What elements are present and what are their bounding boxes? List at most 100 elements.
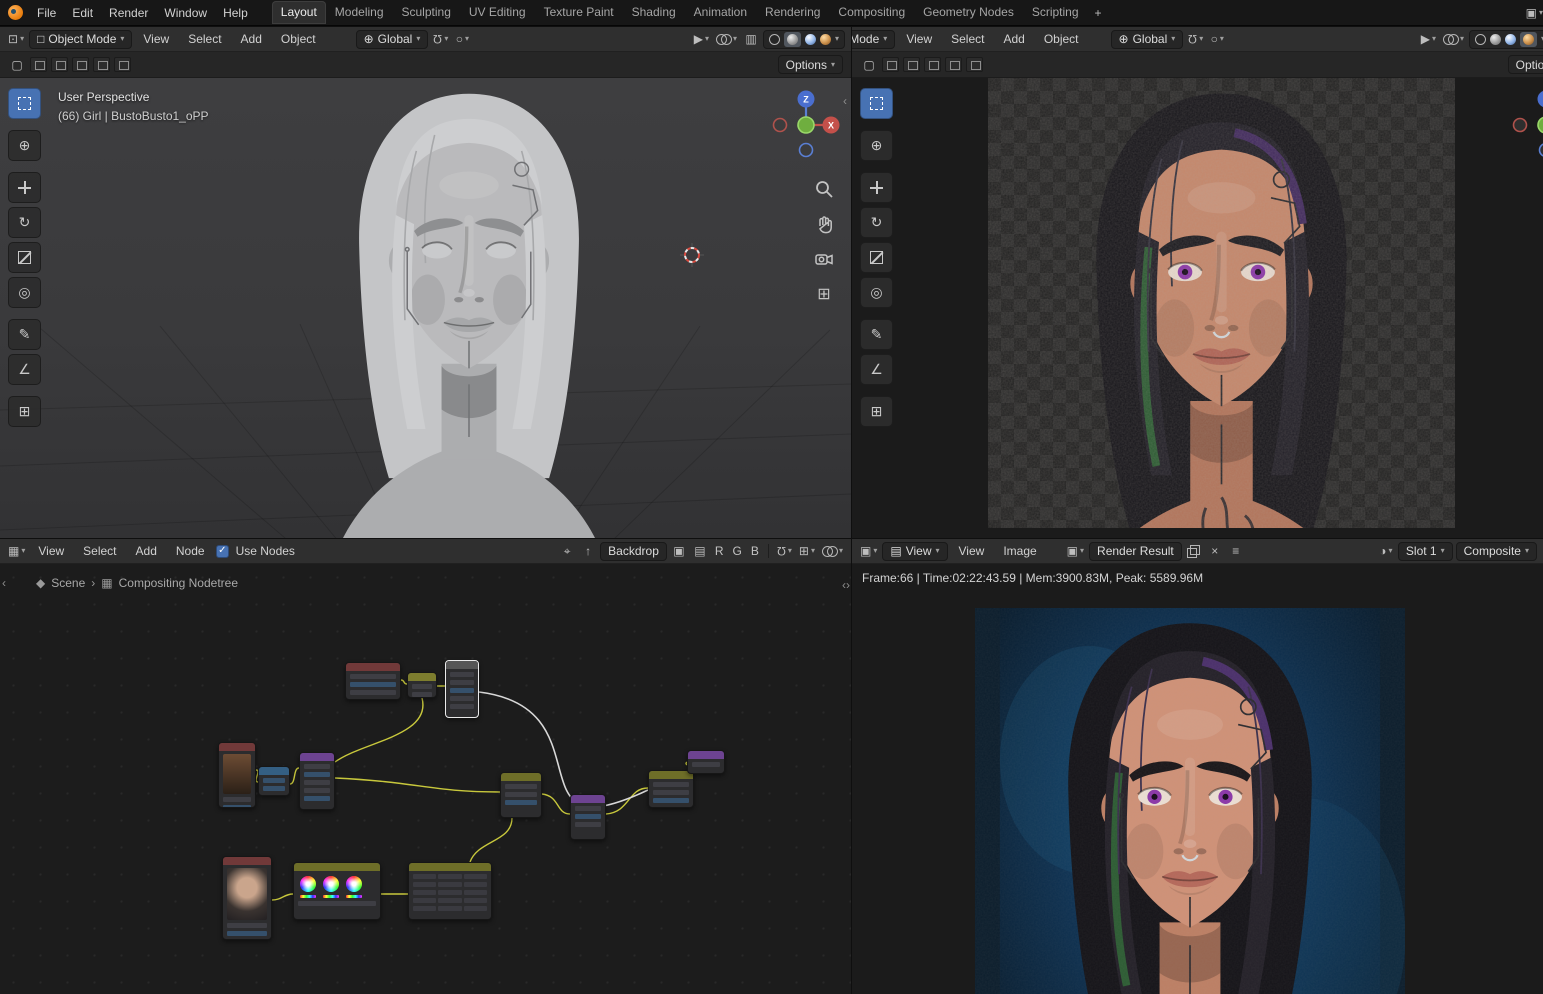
tool-rotate[interactable]: ↻: [8, 207, 41, 238]
viewport-canvas[interactable]: ⊕ ↻ ◎ ✎ ∠ ⊞ Z: [852, 78, 1543, 538]
editor-mode-dropdown[interactable]: ▤ View ▾: [882, 541, 948, 561]
node[interactable]: [407, 672, 437, 698]
pan-hand-icon[interactable]: [813, 213, 835, 235]
mode-dropdown[interactable]: □Object Mode▾: [852, 29, 896, 49]
menu-object[interactable]: Object: [273, 29, 324, 49]
editor-type-button[interactable]: ▣ ▾: [858, 542, 879, 560]
show-overlays-dropdown[interactable]: ▾: [714, 30, 739, 48]
menu-help[interactable]: Help: [215, 3, 256, 23]
tab-compositing[interactable]: Compositing: [829, 1, 914, 24]
node[interactable]: [648, 770, 694, 808]
node-color-balance[interactable]: [293, 862, 381, 920]
proportional-edit-toggle[interactable]: ○ ▾: [453, 30, 471, 48]
tool-select-box[interactable]: [860, 88, 893, 119]
active-tool-icon[interactable]: ▢: [8, 56, 26, 74]
menu-select[interactable]: Select: [180, 29, 229, 49]
menu-add[interactable]: Add: [233, 29, 270, 49]
node[interactable]: [345, 662, 401, 700]
backdrop-alpha-icon[interactable]: ▤: [691, 542, 709, 560]
node-output[interactable]: [687, 750, 725, 774]
channel-r-toggle[interactable]: R: [712, 544, 727, 558]
viewport-canvas[interactable]: User Perspective (66) Girl | BustoBusto1…: [0, 78, 851, 538]
tool-add-cube[interactable]: ⊞: [860, 396, 893, 427]
image-canvas[interactable]: Frame:66 | Time:02:22:43.59 | Mem:3900.8…: [852, 564, 1543, 994]
mode-dropdown[interactable]: □Object Mode▾: [29, 29, 133, 49]
menu-add[interactable]: Add: [128, 541, 165, 561]
node[interactable]: [570, 794, 606, 840]
3d-cursor[interactable]: [680, 243, 704, 267]
image-specials-menu-button[interactable]: ≡: [1227, 542, 1245, 560]
active-tool-icon[interactable]: ▢: [860, 56, 878, 74]
tool-cursor[interactable]: ⊕: [8, 130, 41, 161]
tab-rendering[interactable]: Rendering: [756, 1, 829, 24]
tool-transform[interactable]: ◎: [860, 277, 893, 308]
node[interactable]: [500, 772, 542, 818]
select-mode-new[interactable]: [882, 57, 899, 72]
use-nodes-checkbox[interactable]: [215, 544, 229, 558]
select-mode-invert[interactable]: [93, 57, 110, 72]
tool-select-box[interactable]: [8, 88, 41, 119]
backdrop-toggle[interactable]: Backdrop: [600, 541, 667, 561]
render-pass-dropdown[interactable]: Composite ▾: [1455, 541, 1537, 561]
tab-animation[interactable]: Animation: [685, 1, 756, 24]
proportional-edit-toggle[interactable]: ○ ▾: [1208, 30, 1226, 48]
menu-add[interactable]: Add: [995, 29, 1032, 49]
menu-view[interactable]: View: [951, 541, 993, 561]
snap-toggle[interactable]: Ω ▾: [775, 542, 794, 560]
menu-node[interactable]: Node: [168, 541, 213, 561]
zoom-icon[interactable]: [813, 178, 835, 200]
options-dropdown[interactable]: Options▾: [1507, 55, 1543, 74]
node-image[interactable]: [218, 742, 256, 808]
options-dropdown[interactable]: Options▾: [777, 55, 843, 74]
node-canvas[interactable]: ◆ Scene › ▦ Compositing Nodetree ‹: [0, 564, 851, 994]
tool-annotate[interactable]: ✎: [860, 319, 893, 350]
grid-view-icon[interactable]: ⊞: [813, 283, 835, 305]
menu-edit[interactable]: Edit: [64, 3, 101, 23]
camera-view-icon[interactable]: [813, 248, 835, 270]
tab-texture-paint[interactable]: Texture Paint: [535, 1, 623, 24]
image-datablock[interactable]: Render Result: [1089, 541, 1182, 561]
tab-modeling[interactable]: Modeling: [326, 1, 393, 24]
node-selected[interactable]: [445, 660, 479, 718]
tool-measure[interactable]: ∠: [8, 354, 41, 385]
menu-select[interactable]: Select: [75, 541, 124, 561]
channel-b-toggle[interactable]: B: [748, 544, 762, 558]
select-mode-new[interactable]: [30, 57, 47, 72]
navigation-gizmo[interactable]: Z X: [767, 86, 845, 164]
show-gizmos-dropdown[interactable]: ▶ ▾: [1419, 30, 1438, 48]
select-mode-invert[interactable]: [945, 57, 962, 72]
menu-view[interactable]: View: [898, 29, 940, 49]
navigation-gizmo[interactable]: Z: [1507, 86, 1543, 164]
tab-shading[interactable]: Shading: [623, 1, 685, 24]
menu-object[interactable]: Object: [1036, 29, 1087, 49]
tool-add-cube[interactable]: ⊞: [8, 396, 41, 427]
snap-toggle[interactable]: Ω ▾: [431, 30, 450, 48]
node[interactable]: [258, 766, 290, 796]
area-resize-chevrons[interactable]: ‹›: [842, 578, 850, 592]
fake-user-button[interactable]: [1185, 542, 1203, 560]
tab-uv-editing[interactable]: UV Editing: [460, 1, 535, 24]
area-resize-chevron[interactable]: ‹: [843, 94, 847, 108]
node[interactable]: [299, 752, 335, 810]
use-nodes-label[interactable]: Use Nodes: [232, 541, 303, 561]
overlays-dropdown[interactable]: ▾: [820, 542, 845, 560]
backdrop-image-icon[interactable]: ▣: [670, 542, 688, 560]
tab-sculpting[interactable]: Sculpting: [393, 1, 460, 24]
channel-g-toggle[interactable]: G: [730, 544, 745, 558]
scene-selector-icon[interactable]: ▣ ▾: [1524, 4, 1543, 22]
tool-scale[interactable]: [8, 242, 41, 273]
tool-rotate[interactable]: ↻: [860, 207, 893, 238]
add-workspace-button[interactable]: +: [1088, 2, 1109, 24]
blender-logo-icon[interactable]: [8, 5, 23, 20]
browse-image-button[interactable]: ▣ ▾: [1065, 542, 1086, 560]
node-image[interactable]: [222, 856, 272, 940]
snap-toggle[interactable]: Ω ▾: [1186, 30, 1205, 48]
select-mode-intersect[interactable]: [114, 57, 131, 72]
tool-move[interactable]: [860, 172, 893, 203]
tab-scripting[interactable]: Scripting: [1023, 1, 1088, 24]
pin-icon[interactable]: ⌖: [558, 542, 576, 560]
editor-type-button[interactable]: ▦ ▾: [6, 542, 27, 560]
tool-measure[interactable]: ∠: [860, 354, 893, 385]
select-mode-subtract[interactable]: [924, 57, 941, 72]
panel-collapse-chevron[interactable]: ‹: [2, 576, 6, 590]
